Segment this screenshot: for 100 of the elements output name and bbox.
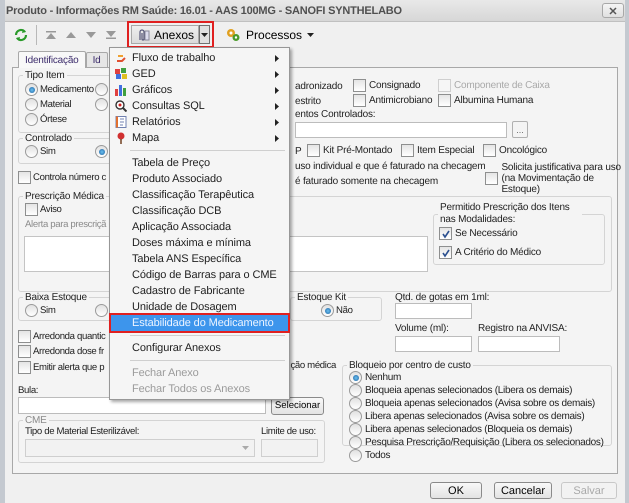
menu-item[interactable]: Classificação Terapêutica [111,187,288,203]
radio-button[interactable] [349,384,362,397]
checkbox-label: Controla número c [33,172,106,183]
select-button[interactable]: Selecionar [271,396,324,414]
group-title: Prescrição Médica [24,191,105,202]
submenu-arrow-icon [275,103,279,110]
input-field[interactable] [295,122,507,138]
attachments-button[interactable]: Anexos [131,25,200,44]
checkbox[interactable] [18,330,31,343]
radio-button[interactable] [321,304,334,317]
option-label: estrito [295,96,321,107]
dialog-button[interactable]: Cancelar [494,482,552,499]
checkbox[interactable] [307,144,320,157]
group-title: Controlado [24,133,73,144]
option-label: adronizado [295,81,342,92]
checkbox-label: Antimicrobiano [369,95,432,106]
field-label: Bula: [18,385,38,396]
radio-label: Libera apenas selecionados (Avisa sobre os demais) [365,411,584,422]
menu-item[interactable]: Doses máxima e mínima [111,235,288,251]
checkbox[interactable] [483,144,496,157]
menu-item[interactable]: Unidade de Dosagem [111,299,288,315]
field-label: Tipo de Material Esterilizável: [25,426,140,437]
submenu-arrow-icon [275,87,279,94]
refresh-icon[interactable] [14,28,28,42]
menu-item[interactable]: Código de Barras para o CME [111,267,288,283]
tab[interactable]: Id [86,52,108,67]
checkbox[interactable] [401,144,414,157]
group-title: Permitido Prescrição dos Itens nas Modalidades: [439,202,571,226]
processes-button[interactable]: Processos [222,28,318,42]
blocks-icon [115,68,127,80]
radio-button[interactable] [349,423,362,436]
radio-label: Sim [40,305,56,316]
dropdown-field[interactable] [25,439,255,457]
menu-item[interactable]: GED [111,66,288,82]
menu-item[interactable]: Mapa [111,130,288,146]
checkbox[interactable] [18,345,31,358]
input-field[interactable] [261,439,318,457]
radio-button[interactable] [349,371,362,384]
close-button[interactable] [602,3,624,18]
checkbox[interactable] [485,172,498,184]
group-title: CME [24,415,48,426]
menu-item[interactable]: Aplicação Associada [111,219,288,235]
radio-button[interactable] [349,397,362,410]
browse-button[interactable]: ... [512,121,528,138]
next-record-icon[interactable] [85,30,97,40]
menu-item[interactable]: Relatórios [111,114,288,130]
checkbox[interactable] [353,94,366,107]
magnifier-icon [115,100,127,112]
radio-button[interactable] [349,410,362,423]
checkbox[interactable] [18,171,31,184]
flow-icon [115,52,127,64]
radio-button[interactable] [95,304,108,317]
input-field[interactable] [395,336,472,352]
checkbox-label: Item Especial [417,145,474,156]
radio-button[interactable] [25,304,38,317]
input-field[interactable] [478,336,560,352]
checkbox[interactable] [439,246,452,259]
menu-item[interactable]: Cadastro de Fabricante [111,283,288,299]
menu-item[interactable]: Tabela ANS Específica [111,251,288,267]
menu-item[interactable]: Classificação DCB [111,203,288,219]
radio-button[interactable] [349,436,362,449]
group-title: Bloqueio por centro de custo [348,360,472,371]
report-icon [115,116,127,128]
first-record-icon[interactable] [45,30,57,40]
menu-item[interactable]: Configurar Anexos [111,340,288,356]
menu-item[interactable]: Consultas SQL [111,98,288,114]
checkbox[interactable] [353,79,366,92]
submenu-arrow-icon [275,55,279,62]
field-label: Registro na ANVISA: [478,323,568,334]
submenu-arrow-icon [275,119,279,126]
radio-button[interactable] [25,113,38,126]
input-field[interactable] [395,303,472,319]
menu-item[interactable]: Produto Associado [111,171,288,187]
dialog-button[interactable]: OK [430,482,482,499]
checkbox-label: Se Necessário [455,228,518,239]
submenu-arrow-icon [275,135,279,142]
radio-button[interactable] [25,98,38,111]
menu-item[interactable]: Gráficos [111,82,288,98]
last-record-icon[interactable] [105,30,117,40]
dropdown-button[interactable] [199,25,210,44]
menu-item[interactable]: Fluxo de trabalho [111,50,288,66]
radio-button[interactable] [349,449,362,462]
radio-button[interactable] [95,145,108,158]
option-label: uso individual e que é faturado na checagem [295,161,486,174]
radio-label: Pesquisa Prescrição/Requisição (Libera os selecionados) [365,437,604,448]
menu-item[interactable]: Tabela de Preço [111,155,288,171]
field-label: Alerta para prescriçã [25,219,106,230]
option-label: é faturado somente na checagem [295,176,438,189]
tab[interactable]: Identificação [18,51,86,68]
checkbox[interactable] [25,203,38,216]
radio-button[interactable] [95,83,108,96]
checkbox[interactable] [439,227,452,240]
radio-button[interactable] [25,83,38,96]
checkbox-label: Aviso [40,204,62,215]
radio-button[interactable] [95,98,108,111]
previous-record-icon[interactable] [65,30,77,40]
caret-icon [307,32,314,36]
checkbox[interactable] [438,94,451,107]
radio-button[interactable] [25,145,38,158]
checkbox[interactable] [18,361,31,374]
